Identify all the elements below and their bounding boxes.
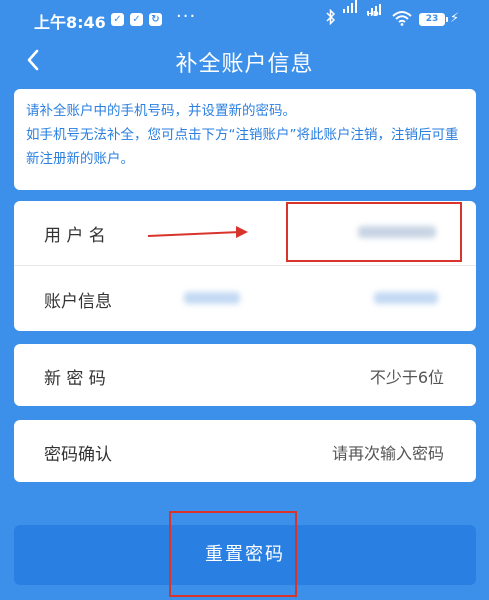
page-title: 补全账户信息 [175,52,314,77]
title-bar: 补全账户信息 [0,40,489,82]
confirm-password-input[interactable]: 请再次输入密码 [332,440,444,464]
more-notifications-icon: ··· [176,6,197,27]
account-info-label: 账户信息 [44,292,112,312]
new-password-label: 新 密 码 [44,369,106,389]
status-bar: 上午8:46 ✓ ✓ ↻ ··· HD 23 ⚡ [0,0,489,40]
charging-icon: ⚡ [450,11,460,26]
wifi-icon [392,10,412,30]
app-notification-icon: ✓ [111,13,124,26]
divider [14,265,476,266]
username-value [358,223,436,242]
red-arrow-icon [148,226,248,238]
confirm-password-label: 密码确认 [44,445,112,465]
account-info-value-right [374,292,438,304]
account-info-value-left [184,292,240,304]
battery-icon: 23 [419,13,448,26]
status-time: 上午8:46 [34,13,106,32]
reset-password-button[interactable]: 重置密码 [14,525,476,585]
confirm-password-field: 密码确认 请再次输入密码 [14,420,476,482]
shield-notification-icon: ✓ [130,13,143,26]
confirm-password-row[interactable]: 密码确认 请再次输入密码 [14,420,476,482]
account-info-row: 账户信息 [14,267,476,329]
notice-card: 请补全账户中的手机号码，并设置新的密码。 如手机号无法补全，您可点击下方“注销账… [14,89,476,190]
new-password-row[interactable]: 新 密 码 不少于6位 [14,344,476,406]
new-password-field: 新 密 码 不少于6位 [14,344,476,406]
sync-notification-icon: ↻ [149,13,162,26]
account-info-group: 用 户 名 账户信息 [14,201,476,331]
notice-line-1: 请补全账户中的手机号码，并设置新的密码。 [26,103,296,119]
notice-line-2: 如手机号无法补全，您可点击下方“注销账户”将此账户注销，注销后可重新注册新的账户… [26,127,459,167]
new-password-input[interactable]: 不少于6位 [370,364,444,388]
bluetooth-icon [326,8,336,29]
username-label: 用 户 名 [44,226,106,246]
